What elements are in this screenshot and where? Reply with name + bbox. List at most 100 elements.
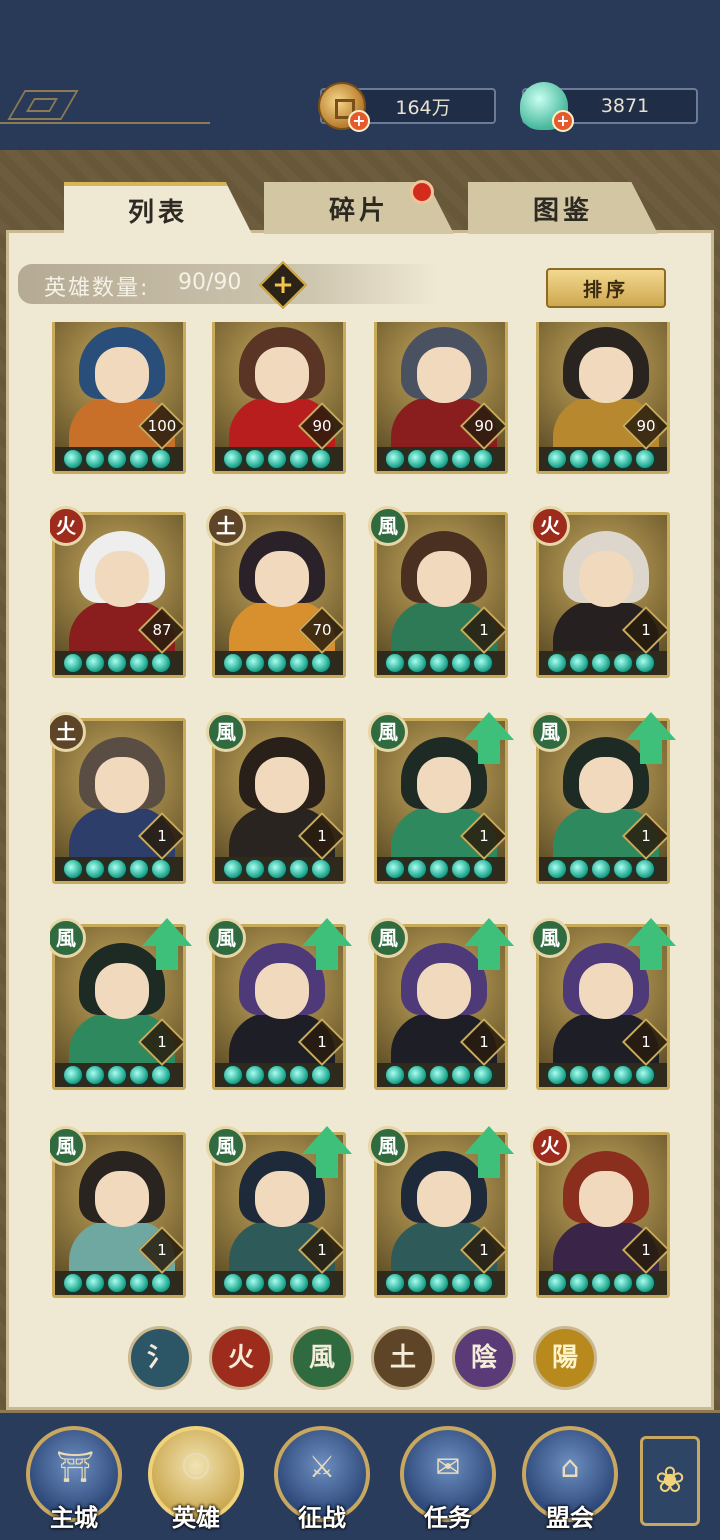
star-icon (429, 653, 449, 673)
star-icon (473, 1273, 493, 1293)
hero-level: 1 (479, 1033, 489, 1051)
star-icon (385, 859, 405, 879)
sort-button[interactable]: 排序 (546, 268, 666, 308)
star-icon (613, 653, 633, 673)
hero-count-value: 90/90 (178, 270, 242, 295)
star-rating (377, 1271, 505, 1295)
nav-label: 任务 (424, 1504, 472, 1532)
star-icon (473, 1065, 493, 1085)
star-icon (267, 1273, 287, 1293)
add-coin-button[interactable]: + (348, 110, 370, 132)
nav-battle[interactable]: ⚔ 征战 (274, 1426, 370, 1532)
star-icon (63, 1065, 83, 1085)
star-icon (311, 653, 331, 673)
star-rating (215, 857, 343, 881)
star-icon (635, 1273, 655, 1293)
nav-guild[interactable]: ⌂ 盟会 (522, 1426, 618, 1532)
star-rating (55, 447, 183, 471)
star-icon (267, 1065, 287, 1085)
star-rating (377, 857, 505, 881)
nav-hero[interactable]: ☺ 英雄 (148, 1426, 244, 1532)
star-icon (289, 449, 309, 469)
star-icon (311, 449, 331, 469)
tab-codex[interactable]: 图鉴 (468, 182, 658, 234)
wind-element-icon: 風 (206, 1126, 246, 1166)
star-icon (451, 653, 471, 673)
star-rating (377, 447, 505, 471)
star-rating (539, 651, 667, 675)
star-rating (215, 1271, 343, 1295)
star-icon (407, 449, 427, 469)
star-rating (215, 1063, 343, 1087)
hero-level: 1 (317, 827, 327, 845)
star-icon (385, 1065, 405, 1085)
star-icon (107, 653, 127, 673)
star-icon (107, 1065, 127, 1085)
upgrade-arrow-icon (626, 712, 676, 768)
star-icon (547, 859, 567, 879)
filter-wind-button[interactable]: 風 (290, 1326, 354, 1390)
nav-task[interactable]: ✉ 任务 (400, 1426, 496, 1532)
nav-city[interactable]: ⛩ 主城 (26, 1426, 122, 1532)
star-icon (569, 859, 589, 879)
filter-yang-button[interactable]: 陽 (533, 1326, 597, 1390)
top-decoration (0, 88, 210, 128)
tab-list[interactable]: 列表 (64, 182, 252, 234)
star-icon (407, 1065, 427, 1085)
star-icon (451, 449, 471, 469)
star-icon (267, 449, 287, 469)
notification-dot (410, 180, 434, 204)
plus-icon: + (272, 270, 294, 300)
star-icon (569, 1273, 589, 1293)
wind-element-icon: 風 (368, 506, 408, 546)
star-icon (151, 1065, 171, 1085)
filter-water-button[interactable]: 氵 (128, 1326, 192, 1390)
hero-count-label: 英雄数量: (44, 276, 150, 301)
hero-level: 1 (317, 1033, 327, 1051)
fire-element-icon: 火 (530, 506, 570, 546)
star-rating (215, 651, 343, 675)
star-icon (129, 653, 149, 673)
star-icon (289, 1273, 309, 1293)
hero-card[interactable]: 90 (374, 322, 508, 474)
star-icon (569, 1065, 589, 1085)
add-jade-button[interactable]: + (552, 110, 574, 132)
star-icon (223, 1065, 243, 1085)
upgrade-arrow-icon (464, 1126, 514, 1182)
star-icon (63, 859, 83, 879)
star-icon (107, 1273, 127, 1293)
star-icon (63, 1273, 83, 1293)
star-icon (547, 1273, 567, 1293)
flower-menu-icon[interactable]: ❀ (640, 1436, 700, 1526)
hero-level: 100 (147, 417, 177, 435)
earth-element-icon: 土 (206, 506, 246, 546)
star-icon (267, 859, 287, 879)
wind-element-icon: 風 (206, 712, 246, 752)
star-icon (451, 859, 471, 879)
star-icon (223, 653, 243, 673)
hero-grid: 100 90 90 90 87 火 70 土 1風 1 火 1 土 1 風 1 … (50, 322, 680, 1304)
filter-earth-button[interactable]: 土 (371, 1326, 435, 1390)
upgrade-arrow-icon (142, 918, 192, 974)
star-icon (63, 653, 83, 673)
battle-icon: ⚔ (308, 1450, 336, 1485)
star-rating (539, 857, 667, 881)
upgrade-arrow-icon (302, 918, 352, 974)
star-icon (107, 859, 127, 879)
star-icon (613, 859, 633, 879)
star-icon (473, 449, 493, 469)
star-icon (451, 1273, 471, 1293)
star-icon (129, 859, 149, 879)
star-icon (635, 653, 655, 673)
star-icon (311, 1065, 331, 1085)
wind-element-icon: 風 (530, 712, 570, 752)
hero-card[interactable]: 90 (212, 322, 346, 474)
filter-yin-button[interactable]: 陰 (452, 1326, 516, 1390)
hero-card[interactable]: 90 (536, 322, 670, 474)
hero-card[interactable]: 100 (52, 322, 186, 474)
star-icon (591, 1273, 611, 1293)
filter-fire-button[interactable]: 火 (209, 1326, 273, 1390)
hero-level: 1 (479, 621, 489, 639)
star-rating (55, 651, 183, 675)
star-rating (55, 1063, 183, 1087)
